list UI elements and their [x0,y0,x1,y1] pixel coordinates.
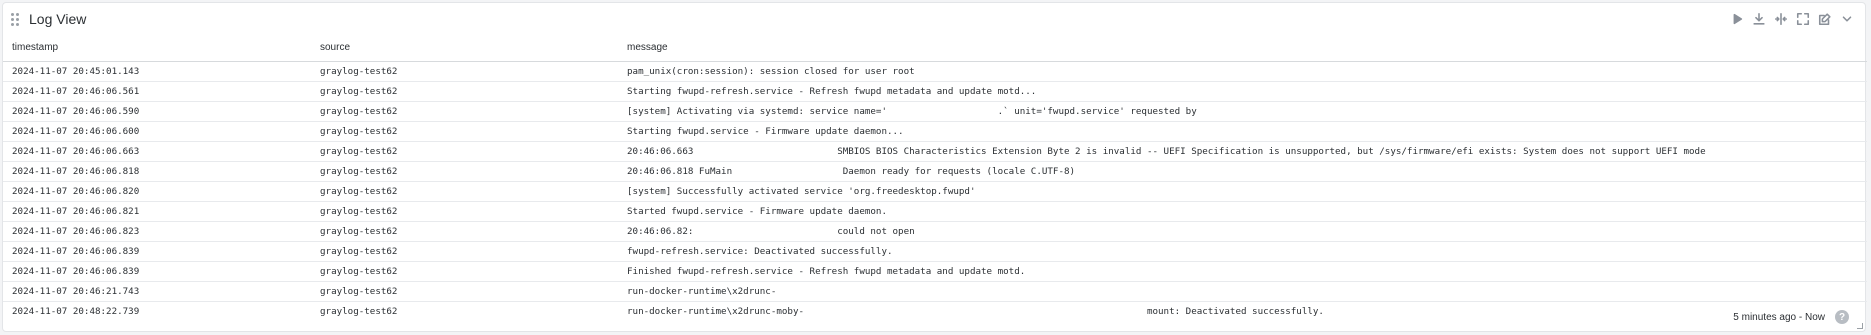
timestamp-cell: 2024-11-07 20:46:06.823 [3,221,311,242]
widget-title: Log View [29,11,87,27]
source-cell: graylog-test62 [311,221,618,242]
expand-icon[interactable] [1795,11,1811,27]
source-cell: graylog-test62 [311,121,618,142]
message-cell: run-docker-runtime\x2drunc- [618,281,1867,302]
source-cell: graylog-test62 [311,181,618,202]
table-row[interactable]: 2024-11-07 20:46:06.590 graylog-test62 [… [3,101,1867,122]
timestamp-cell: 2024-11-07 20:46:06.561 [3,81,311,102]
source-cell: graylog-test62 [311,61,618,82]
timestamp-cell: 2024-11-07 20:45:01.143 [3,61,311,82]
table-row[interactable]: 2024-11-07 20:46:06.818 graylog-test62 2… [3,161,1867,182]
table-row[interactable]: 2024-11-07 20:46:06.820 graylog-test62 [… [3,181,1867,202]
message-cell: Started fwupd.service - Firmware update … [618,201,1867,222]
download-icon[interactable] [1751,11,1767,27]
table-row[interactable]: 2024-11-07 20:46:21.743 graylog-test62 r… [3,281,1867,302]
message-cell: fwupd-refresh.service: Deactivated succe… [618,241,1867,262]
table-row[interactable]: 2024-11-07 20:46:06.839 graylog-test62 F… [3,261,1867,282]
message-cell: [system] Activating via systemd: service… [618,101,1867,122]
split-icon[interactable] [1773,11,1789,27]
play-icon[interactable] [1729,11,1745,27]
column-header-message[interactable]: message [618,34,1867,62]
timestamp-cell: 2024-11-07 20:46:06.820 [3,181,311,202]
edit-icon[interactable] [1817,11,1833,27]
table-row[interactable]: 2024-11-07 20:46:06.600 graylog-test62 S… [3,121,1867,142]
timestamp-cell: 2024-11-07 20:46:06.663 [3,141,311,162]
table-body: 2024-11-07 20:45:01.143 graylog-test62 p… [3,61,1867,321]
source-cell: graylog-test62 [311,101,618,122]
table-row[interactable]: 2024-11-07 20:46:06.663 graylog-test62 2… [3,141,1867,162]
timestamp-cell: 2024-11-07 20:46:21.743 [3,281,311,302]
table-row[interactable]: 2024-11-07 20:46:06.823 graylog-test62 2… [3,221,1867,242]
resize-handle-icon[interactable] [1857,323,1863,329]
table-row[interactable]: 2024-11-07 20:45:01.143 graylog-test62 p… [3,61,1867,82]
column-header-timestamp[interactable]: timestamp [3,34,311,62]
drag-handle-icon[interactable] [11,13,21,27]
timestamp-cell: 2024-11-07 20:46:06.600 [3,121,311,142]
table-row[interactable]: 2024-11-07 20:46:06.839 graylog-test62 f… [3,241,1867,262]
widget-actions [1729,10,1855,28]
time-range-label: 5 minutes ago - Now [1733,311,1825,323]
message-cell: 20:46:06.82: could not open [618,221,1867,242]
source-cell: graylog-test62 [311,141,618,162]
help-icon[interactable]: ? [1835,310,1849,324]
widget-footer: 5 minutes ago - Now ? [1733,309,1849,325]
message-cell: pam_unix(cron:session): session closed f… [618,61,1867,82]
source-cell: graylog-test62 [311,241,618,262]
source-cell: graylog-test62 [311,201,618,222]
timestamp-cell: 2024-11-07 20:46:06.821 [3,201,311,222]
log-table: timestamp source message 2024-11-07 20:4… [3,34,1867,321]
table-row[interactable]: 2024-11-07 20:46:06.561 graylog-test62 S… [3,81,1867,102]
timestamp-cell: 2024-11-07 20:46:06.839 [3,241,311,262]
table-row[interactable]: 2024-11-07 20:46:06.821 graylog-test62 S… [3,201,1867,222]
message-cell: [system] Successfully activated service … [618,181,1867,202]
source-cell: graylog-test62 [311,81,618,102]
message-cell: 20:46:06.663 SMBIOS BIOS Characteristics… [618,141,1867,162]
message-cell: Finished fwupd-refresh.service - Refresh… [618,261,1867,282]
message-cell: Starting fwupd-refresh.service - Refresh… [618,81,1867,102]
message-cell: Starting fwupd.service - Firmware update… [618,121,1867,142]
message-cell: run-docker-runtime\x2drunc-moby- mount: … [627,305,1324,317]
timestamp-cell: 2024-11-07 20:46:06.590 [3,101,311,122]
timestamp-cell: 2024-11-07 20:48:22.739 [12,305,140,317]
widget-header: Log View [3,3,1865,35]
timestamp-cell: 2024-11-07 20:46:06.839 [3,261,311,282]
column-header-source[interactable]: source [311,34,618,62]
source-cell: graylog-test62 [311,161,618,182]
log-view-widget: Log View timestamp source message 2024-1… [2,2,1867,332]
source-cell: graylog-test62 [311,261,618,282]
source-cell: graylog-test62 [320,305,398,317]
chevron-down-icon[interactable] [1839,11,1855,27]
timestamp-cell: 2024-11-07 20:46:06.818 [3,161,311,182]
source-cell: graylog-test62 [311,281,618,302]
table-header-row: timestamp source message [3,34,1867,62]
message-cell: 20:46:06.818 FuMain Daemon ready for req… [618,161,1867,182]
table-row[interactable]: 2024-11-07 20:48:22.739 graylog-test62 r… [3,301,1867,321]
